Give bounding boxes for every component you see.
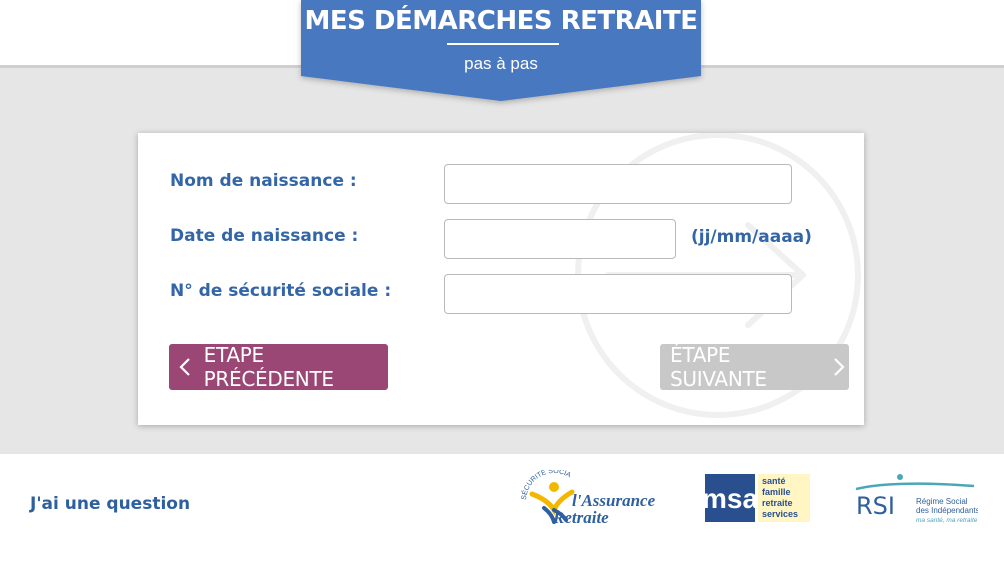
birth-name-input[interactable] [444, 164, 792, 204]
help-question-link[interactable]: J'ai une question [30, 494, 190, 514]
svg-text:ma santé, ma retraite: ma santé, ma retraite [916, 517, 978, 524]
rsi-acronym: RSI [856, 492, 895, 520]
logo-line2: Retraite [552, 508, 609, 527]
svg-text:des Indépendants: des Indépendants [916, 506, 978, 515]
page-subtitle: pas à pas [464, 54, 538, 73]
chevron-right-icon [828, 357, 849, 377]
social-security-input[interactable] [444, 274, 792, 314]
svg-text:services: services [762, 509, 798, 519]
next-step-label: ÉTAPE SUIVANTE [670, 343, 767, 391]
svg-text:Régime Social: Régime Social [916, 497, 968, 506]
date-format-hint: (jj/mm/aaaa) [691, 227, 812, 247]
social-security-label: N° de sécurité sociale : [170, 281, 392, 301]
svg-text:santé: santé [762, 476, 786, 486]
msa-letters: msa [705, 483, 758, 514]
birth-date-input[interactable] [444, 219, 676, 259]
msa-logo[interactable]: msa santé famille retraite services [702, 472, 813, 524]
title-banner: MES DÉMARCHES RETRAITE pas à pas [301, 0, 701, 103]
page-title: MES DÉMARCHES RETRAITE [304, 6, 698, 36]
previous-step-label: ETAPE PRÉCÉDENTE [203, 343, 334, 391]
chevron-left-icon [175, 357, 196, 377]
identity-form-card: Nom de naissance : Date de naissance : (… [138, 133, 864, 425]
previous-step-button[interactable]: ETAPE PRÉCÉDENTE [169, 343, 388, 391]
assurance-retraite-logo[interactable]: SÉCURITÉ SOCIALE l'Assurance Retraite [516, 465, 668, 528]
title-underline [447, 43, 559, 45]
next-step-button[interactable]: ÉTAPE SUIVANTE [660, 343, 849, 391]
svg-text:famille: famille [762, 487, 791, 497]
svg-text:retraite: retraite [762, 498, 793, 508]
birth-name-label: Nom de naissance : [170, 171, 357, 191]
birth-date-label: Date de naissance : [170, 226, 359, 246]
rsi-logo[interactable]: RSI Régime Social des Indépendants ma sa… [854, 472, 980, 526]
